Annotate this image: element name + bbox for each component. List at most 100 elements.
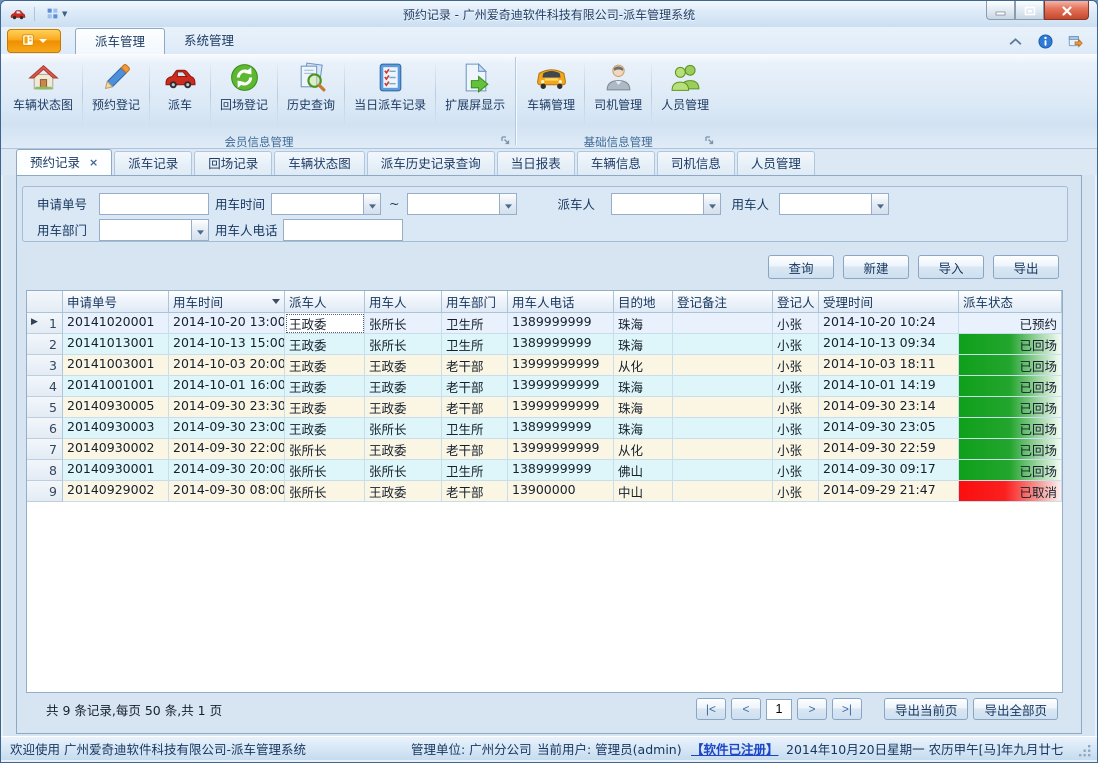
cell-dispatch-status[interactable]: 已预约 [959, 313, 1062, 334]
cell-user-phone[interactable]: 1389999999 [508, 460, 614, 481]
create-button[interactable]: 新建 [843, 255, 909, 279]
import-button[interactable]: 导入 [918, 255, 984, 279]
first-page-button[interactable]: |< [696, 698, 726, 720]
cell-dispatch-status[interactable]: 已回场 [959, 397, 1062, 418]
cell-register-remark[interactable] [673, 397, 773, 418]
cell-registrar[interactable]: 小张 [773, 418, 819, 439]
use-time-from-combo[interactable] [271, 193, 381, 215]
dropdown-button[interactable] [871, 194, 888, 214]
cell-department[interactable]: 卫生所 [442, 313, 508, 334]
cell-department[interactable]: 卫生所 [442, 334, 508, 355]
cell-use-time[interactable]: 2014-10-13 15:00 [169, 334, 285, 355]
cell-registrar[interactable]: 小张 [773, 313, 819, 334]
row-indicator[interactable]: 8 [27, 460, 63, 481]
column-header-dispatch-status[interactable]: 派车状态 [959, 291, 1062, 313]
cell-dispatcher[interactable]: 张所长 [285, 481, 365, 502]
cell-dispatcher[interactable]: 王政委 [285, 376, 365, 397]
dialog-launcher-icon[interactable] [500, 135, 510, 145]
cell-order-no[interactable]: 20140930002 [63, 439, 169, 460]
export-all-pages-button[interactable]: 导出全部页 [973, 698, 1058, 720]
cell-accept-time[interactable]: 2014-10-01 14:19 [819, 376, 959, 397]
cell-user[interactable]: 王政委 [365, 355, 442, 376]
license-registered-link[interactable]: 【软件已注册】 [691, 739, 786, 758]
ribbon-button-reservation-register[interactable]: 预约登记 [84, 57, 148, 115]
cell-order-no[interactable]: 20141003001 [63, 355, 169, 376]
cell-destination[interactable]: 从化 [614, 439, 673, 460]
cell-user-phone[interactable]: 13900000 [508, 481, 614, 502]
cell-dispatcher[interactable]: 王政委 [285, 334, 365, 355]
cell-user[interactable]: 张所长 [365, 460, 442, 481]
cell-register-remark[interactable] [673, 313, 773, 334]
ribbon-button-return-register[interactable]: 回场登记 [212, 57, 276, 115]
doc-tab-daily-report[interactable]: 当日报表 [497, 151, 575, 175]
cell-destination[interactable]: 佛山 [614, 460, 673, 481]
cell-accept-time[interactable]: 2014-09-29 21:47 [819, 481, 959, 502]
cell-user[interactable]: 张所长 [365, 334, 442, 355]
dropdown-button[interactable] [363, 194, 380, 214]
cell-user[interactable]: 王政委 [365, 439, 442, 460]
grid-row[interactable]: ▶1201410200012014-10-20 13:00王政委张所长卫生所13… [27, 313, 1062, 334]
cell-user[interactable]: 王政委 [365, 376, 442, 397]
cell-user-phone[interactable]: 1389999999 [508, 334, 614, 355]
doc-tab-driver-info[interactable]: 司机信息 [657, 151, 735, 175]
ribbon-tab-dispatch-management[interactable]: 派车管理 [75, 28, 165, 54]
close-tab-icon[interactable]: × [89, 157, 98, 168]
cell-dispatcher[interactable]: 王政委 [285, 418, 365, 439]
cell-dispatch-status[interactable]: 已回场 [959, 418, 1062, 439]
cell-user-phone[interactable]: 13999999999 [508, 397, 614, 418]
order-no-input[interactable] [99, 193, 209, 215]
column-header-dispatcher[interactable]: 派车人 [285, 291, 365, 313]
column-header-order-no[interactable]: 申请单号 [63, 291, 169, 313]
cell-registrar[interactable]: 小张 [773, 439, 819, 460]
cell-use-time[interactable]: 2014-10-03 20:00 [169, 355, 285, 376]
cell-use-time[interactable]: 2014-09-30 23:00 [169, 418, 285, 439]
column-header-accept-time[interactable]: 受理时间 [819, 291, 959, 313]
resize-grip-icon[interactable] [1078, 744, 1094, 760]
collapse-ribbon-chevron-icon[interactable] [1008, 34, 1023, 49]
row-indicator[interactable]: 3 [27, 355, 63, 376]
cell-order-no[interactable]: 20141001001 [63, 376, 169, 397]
cell-user-phone[interactable]: 13999999999 [508, 439, 614, 460]
cell-department[interactable]: 老干部 [442, 355, 508, 376]
prev-page-button[interactable]: < [731, 698, 761, 720]
cell-department[interactable]: 老干部 [442, 376, 508, 397]
row-indicator[interactable]: 2 [27, 334, 63, 355]
cell-destination[interactable]: 珠海 [614, 313, 673, 334]
row-indicator[interactable]: ▶1 [27, 313, 63, 334]
dept-combo[interactable] [99, 219, 209, 241]
cell-order-no[interactable]: 20141013001 [63, 334, 169, 355]
column-header-registrar[interactable]: 登记人 [773, 291, 819, 313]
query-button[interactable]: 查询 [768, 255, 834, 279]
cell-destination[interactable]: 珠海 [614, 418, 673, 439]
ribbon-button-driver-management[interactable]: 司机管理 [586, 57, 650, 115]
cell-dispatch-status[interactable]: 已回场 [959, 376, 1062, 397]
cell-dispatcher[interactable]: 张所长 [285, 460, 365, 481]
cell-registrar[interactable]: 小张 [773, 481, 819, 502]
ribbon-button-personnel-management[interactable]: 人员管理 [653, 57, 717, 115]
cell-accept-time[interactable]: 2014-09-30 22:59 [819, 439, 959, 460]
doc-tab-vehicle-info[interactable]: 车辆信息 [577, 151, 655, 175]
cell-destination[interactable]: 从化 [614, 355, 673, 376]
cell-user[interactable]: 王政委 [365, 481, 442, 502]
column-header-use-time[interactable]: 用车时间 [169, 291, 285, 313]
row-indicator[interactable]: 9 [27, 481, 63, 502]
cell-register-remark[interactable] [673, 460, 773, 481]
cell-user-phone[interactable]: 13999999999 [508, 355, 614, 376]
grid-row[interactable]: 2201410130012014-10-13 15:00王政委张所长卫生所138… [27, 334, 1062, 355]
doc-tab-return-records[interactable]: 回场记录 [194, 151, 272, 175]
column-header-destination[interactable]: 目的地 [614, 291, 673, 313]
cell-user-phone[interactable]: 1389999999 [508, 313, 614, 334]
doc-tab-vehicle-status-map[interactable]: 车辆状态图 [274, 151, 365, 175]
next-page-button[interactable]: > [797, 698, 827, 720]
row-indicator[interactable]: 6 [27, 418, 63, 439]
cell-user[interactable]: 张所长 [365, 418, 442, 439]
dropdown-button[interactable] [191, 220, 208, 240]
cell-dispatcher[interactable]: 王政委 [285, 355, 365, 376]
cell-accept-time[interactable]: 2014-10-20 10:24 [819, 313, 959, 334]
export-current-page-button[interactable]: 导出当前页 [884, 698, 969, 720]
cell-registrar[interactable]: 小张 [773, 397, 819, 418]
export-button[interactable]: 导出 [993, 255, 1059, 279]
cell-dispatch-status[interactable]: 已回场 [959, 439, 1062, 460]
cell-dispatcher[interactable]: 王政委 [285, 313, 365, 334]
doc-tab-reservation-records[interactable]: 预约记录× [16, 149, 112, 175]
